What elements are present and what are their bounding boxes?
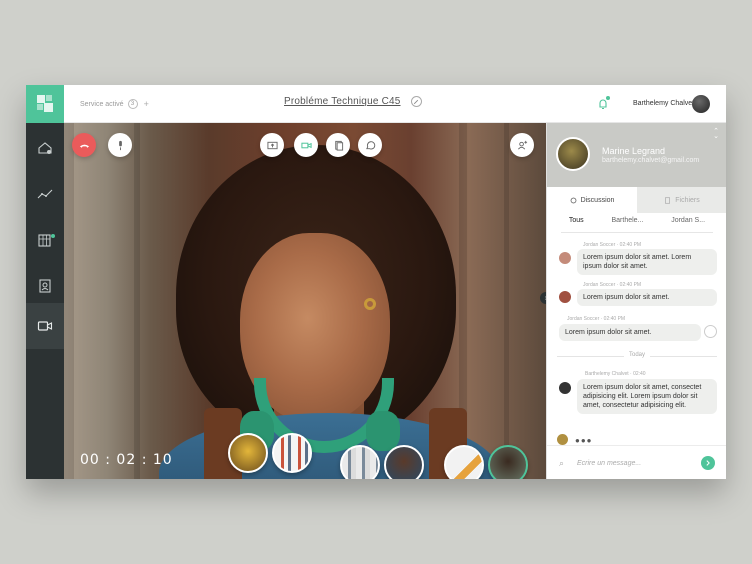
message-meta: Jordan Soccer · 02:40 PM: [583, 242, 642, 248]
page-title[interactable]: Probléme Technique C45: [284, 96, 401, 107]
message-list: Jordan Soccer · 02:40 PM Lorem ipsum dol…: [547, 235, 726, 445]
add-service-button[interactable]: +: [144, 99, 149, 109]
message-bubble: Lorem ipsum dolor sit amet, consectet ad…: [577, 379, 717, 414]
send-icon: [706, 460, 710, 466]
notification-dot: [606, 96, 610, 100]
shared-screen-thumbnail[interactable]: [272, 433, 312, 473]
contact-avatar[interactable]: [556, 137, 590, 171]
message-avatar: [559, 252, 571, 264]
add-participant-button[interactable]: [510, 133, 534, 157]
title-area: Probléme Technique C45: [284, 96, 422, 107]
sidebar-item-video[interactable]: [26, 303, 64, 349]
tab-files[interactable]: Fichiers: [637, 187, 726, 213]
chat-button[interactable]: [358, 133, 382, 157]
tab-files-label: Fichiers: [675, 196, 700, 204]
hangup-icon: [79, 144, 89, 148]
add-user-icon: [517, 140, 527, 149]
message-composer: ⌕ Ecrire un message...: [547, 445, 726, 479]
profile-menu-icon[interactable]: ⌃ ⌄: [713, 128, 719, 140]
notification-bell-icon[interactable]: [597, 96, 610, 110]
chart-icon: [37, 189, 53, 199]
microphone-icon: [118, 140, 122, 150]
sidebar-item-home[interactable]: [26, 125, 64, 171]
filter-barthelemy[interactable]: Barthele...: [607, 215, 647, 233]
typing-indicator-icon: ●●●: [575, 436, 593, 445]
calendar-notification-dot: [51, 234, 55, 238]
chat-bubble-icon: [570, 197, 576, 203]
sidebar-item-stats[interactable]: [26, 171, 64, 217]
own-avatar-icon: [704, 325, 717, 338]
contact-name: Marine Legrand: [602, 146, 666, 156]
microphone-button[interactable]: [108, 133, 132, 157]
message-avatar: [559, 382, 571, 394]
message-meta: Jordan Soccer · 02:40 PM: [567, 316, 626, 322]
message-filters: Tous Barthele... Jordan S...: [547, 215, 726, 233]
user-name[interactable]: Barthelemy Chalvet: [633, 100, 694, 107]
chat-panel: Marine Legrand barthelemy.chalvet@gmail.…: [546, 123, 726, 479]
app-logo-icon[interactable]: [26, 85, 64, 123]
message-meta: Barthelemy Chalvet · 02:40: [585, 371, 646, 377]
message-bubble: Lorem ipsum dolor sit amet.: [559, 324, 701, 341]
camera-button[interactable]: [294, 133, 318, 157]
sidebar-item-calendar[interactable]: [26, 217, 64, 263]
service-status[interactable]: Service activé 3 +: [80, 99, 149, 109]
video-feed[interactable]: 00 : 02 : 10: [64, 123, 546, 479]
filter-all[interactable]: Tous: [564, 215, 588, 233]
user-avatar[interactable]: [692, 95, 710, 113]
message-avatar: [559, 291, 571, 303]
participant-thumbnail-active[interactable]: [488, 445, 528, 479]
service-label: Service activé: [80, 100, 124, 108]
screen-share-button[interactable]: [260, 133, 284, 157]
video-icon: [37, 321, 53, 331]
message-bubble: Lorem ipsum dolor sit amet. Lorem ipsum …: [577, 249, 717, 275]
home-icon: [38, 142, 52, 154]
contact-icon: [39, 279, 51, 293]
send-button[interactable]: [701, 456, 715, 470]
contact-profile: Marine Legrand barthelemy.chalvet@gmail.…: [547, 123, 726, 187]
typing-avatar: [557, 434, 568, 445]
message-input[interactable]: Ecrire un message...: [577, 460, 641, 467]
top-bar: Service activé 3 + Probléme Technique C4…: [64, 85, 726, 123]
message-meta: Jordan Soccer · 02:40 PM: [583, 282, 642, 288]
hangup-button[interactable]: [72, 133, 96, 157]
camera-icon: [300, 142, 312, 148]
shared-screen-thumbnail[interactable]: [444, 445, 484, 479]
panel-tabs: Discussion Fichiers: [547, 187, 726, 213]
participant-thumbnail[interactable]: [384, 445, 424, 479]
chat-icon: [365, 140, 375, 149]
document-button[interactable]: [326, 133, 350, 157]
tab-discussion-label: Discussion: [580, 196, 615, 204]
filter-jordan[interactable]: Jordan S...: [667, 215, 709, 233]
message-bubble: Lorem ipsum dolor sit amet.: [577, 289, 717, 306]
attachment-icon[interactable]: ⌕: [559, 458, 564, 469]
date-divider: Today: [624, 352, 651, 358]
document-icon: [334, 140, 343, 151]
call-timer: 00 : 02 : 10: [80, 452, 173, 468]
participant-thumbnail[interactable]: [228, 433, 268, 473]
sidebar: [26, 123, 64, 479]
shared-screen-thumbnail[interactable]: [340, 445, 380, 479]
app-window: Service activé 3 + Probléme Technique C4…: [26, 85, 726, 479]
edit-title-icon[interactable]: [410, 96, 422, 107]
screen-share-icon: [266, 141, 278, 149]
contact-email: barthelemy.chalvet@gmail.com: [602, 157, 700, 164]
tab-discussion[interactable]: Discussion: [547, 187, 637, 213]
file-icon: [665, 196, 671, 204]
service-count-badge: 3: [127, 99, 138, 109]
